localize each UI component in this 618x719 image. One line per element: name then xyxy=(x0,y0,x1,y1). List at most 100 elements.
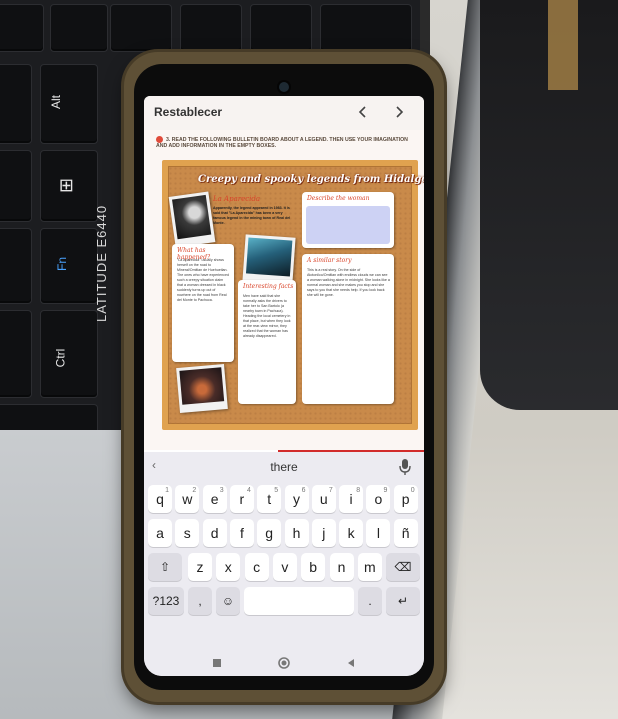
key-label: s xyxy=(183,525,191,541)
key-m[interactable]: m xyxy=(357,553,382,581)
key-d[interactable]: d xyxy=(202,519,227,547)
chevron-right-icon xyxy=(396,105,404,118)
enter-icon: ↵ xyxy=(397,594,409,608)
key-k[interactable]: k xyxy=(339,519,364,547)
key-g[interactable]: g xyxy=(257,519,282,547)
key-a[interactable]: a xyxy=(148,519,172,547)
next-page-button[interactable] xyxy=(386,100,412,126)
phone-screen: Restablecer 3. READ THE FOLLOWING BULLET… xyxy=(144,96,424,676)
key-number-hint: 8 xyxy=(356,487,361,494)
emoji-key[interactable]: ☺ xyxy=(216,587,240,615)
key-label: j xyxy=(322,525,326,541)
key-n[interactable]: n xyxy=(329,553,354,581)
key-e[interactable]: e3 xyxy=(202,485,227,513)
recents-icon[interactable] xyxy=(210,656,224,670)
shift-key[interactable]: ⇧ xyxy=(148,553,182,581)
key-w[interactable]: w2 xyxy=(175,485,200,513)
keyboard-row-3: ⇧ ⌫ z x c v b n m xyxy=(144,550,424,584)
laptop-key xyxy=(180,4,242,52)
laptop-key xyxy=(0,310,32,398)
key-label: i xyxy=(349,491,353,507)
photo-image xyxy=(172,194,212,240)
onscreen-keyboard: q1w2e3r4t5y6u7i8o9p0 asdfghjklñ ⇧ ⌫ zxcv… xyxy=(144,482,424,650)
answer-box[interactable] xyxy=(306,206,390,244)
symbols-key[interactable]: ?123 xyxy=(148,587,184,615)
laptop-key-fn: Fn xyxy=(40,228,98,304)
key-i[interactable]: i8 xyxy=(339,485,364,513)
key-label: b xyxy=(309,559,318,575)
laptop-key xyxy=(50,4,108,52)
card-heading: La Aparecida xyxy=(213,195,261,203)
key-ñ[interactable]: ñ xyxy=(393,519,418,547)
key-c[interactable]: c xyxy=(244,553,269,581)
key-u[interactable]: u7 xyxy=(311,485,336,513)
key-o[interactable]: o9 xyxy=(366,485,391,513)
card-what-happened: What has happened? "La Aparecida" usuall… xyxy=(172,244,234,362)
key-number-hint: 3 xyxy=(219,487,224,494)
card-text: Men have said that she normally asks the… xyxy=(243,294,291,338)
key-h[interactable]: h xyxy=(284,519,309,547)
key-label: g xyxy=(265,525,274,541)
key-number-hint: 1 xyxy=(165,487,169,494)
board-title: Creepy and spooky legends from Hidalgo xyxy=(198,174,424,185)
home-icon[interactable] xyxy=(277,656,291,670)
laptop-key xyxy=(0,228,32,304)
key-number-hint: 2 xyxy=(192,487,197,494)
key-s[interactable]: s xyxy=(175,519,200,547)
key-y[interactable]: y6 xyxy=(284,485,309,513)
key-v[interactable]: v xyxy=(272,553,297,581)
comma-key[interactable]: , xyxy=(188,587,212,615)
photo-moonlit-road xyxy=(242,234,296,285)
bullet-icon xyxy=(156,136,163,143)
key-label: ñ xyxy=(401,525,410,541)
laptop-key-label: Alt xyxy=(49,94,64,110)
system-navbar xyxy=(144,650,424,676)
keyboard-row-1: q1w2e3r4t5y6u7i8o9p0 xyxy=(144,482,424,516)
key-label: m xyxy=(363,559,376,575)
prev-page-button[interactable] xyxy=(350,100,376,126)
key-number-hint: 0 xyxy=(410,487,415,494)
key-x[interactable]: x xyxy=(216,553,241,581)
bulletin-board: Creepy and spooky legends from Hidalgo L… xyxy=(162,160,424,430)
smartphone: Restablecer 3. READ THE FOLLOWING BULLET… xyxy=(124,52,444,702)
key-b[interactable]: b xyxy=(301,553,326,581)
key-l[interactable]: l xyxy=(366,519,391,547)
key-label: v xyxy=(281,559,289,575)
viewer-toolbar: Restablecer xyxy=(144,96,424,130)
card-similar-story: A similar story This is a real story. On… xyxy=(302,254,394,404)
key-r[interactable]: r4 xyxy=(229,485,254,513)
key-t[interactable]: t5 xyxy=(257,485,282,513)
worksheet-page[interactable]: 3. READ THE FOLLOWING BULLETIN BOARD ABO… xyxy=(144,130,424,450)
suggestion-word[interactable]: there xyxy=(144,460,424,474)
key-label: u xyxy=(319,491,328,507)
keyboard-row-4: ?123 , ☺ . ↵ xyxy=(144,584,424,618)
back-icon[interactable] xyxy=(344,656,358,670)
backspace-key[interactable]: ⌫ xyxy=(386,553,420,581)
key-f[interactable]: f xyxy=(229,519,254,547)
front-camera xyxy=(279,82,289,92)
laptop-key xyxy=(0,64,32,144)
laptop-key-label: Fn xyxy=(55,256,70,272)
key-label: t xyxy=(267,491,272,507)
key-number-hint: 7 xyxy=(328,487,333,494)
laptop-model-label: LATITUDE E6440 xyxy=(94,204,109,322)
key-z[interactable]: z xyxy=(188,553,212,581)
enter-key[interactable]: ↵ xyxy=(386,587,420,615)
key-q[interactable]: q1 xyxy=(148,485,172,513)
key-label: h xyxy=(292,525,301,541)
laptop-key xyxy=(110,4,172,52)
laptop-key-alt: Alt xyxy=(40,64,98,144)
key-number-hint: 4 xyxy=(246,487,251,494)
photo-image xyxy=(245,237,293,277)
key-label: r xyxy=(239,491,245,507)
laptop-key xyxy=(0,150,32,222)
reset-button[interactable]: Restablecer xyxy=(154,105,222,119)
period-key[interactable]: . xyxy=(358,587,382,615)
microphone-icon[interactable] xyxy=(398,458,412,476)
space-bar[interactable] xyxy=(244,587,354,615)
instruction-text: 3. READ THE FOLLOWING BULLETIN BOARD ABO… xyxy=(156,136,412,150)
card-heading: Interesting facts xyxy=(243,283,294,290)
key-p[interactable]: p0 xyxy=(393,485,418,513)
key-j[interactable]: j xyxy=(311,519,336,547)
key-label: l xyxy=(376,525,380,541)
